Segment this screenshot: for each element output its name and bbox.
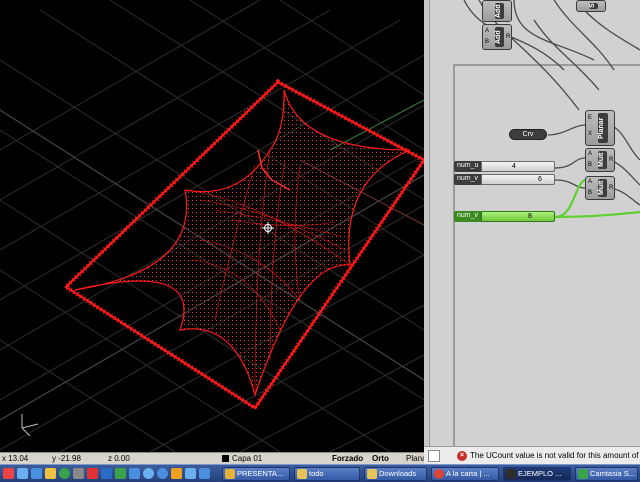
chrome-icon[interactable] bbox=[59, 468, 70, 479]
message-checkbox[interactable] bbox=[428, 450, 440, 462]
app-icon[interactable] bbox=[73, 468, 84, 479]
s-node-top[interactable]: S bbox=[576, 0, 606, 12]
port-r: R bbox=[609, 157, 614, 163]
desktop-icon[interactable] bbox=[17, 468, 28, 479]
node-label: S bbox=[589, 3, 598, 9]
multiply-node-1[interactable]: A B Mult R bbox=[585, 148, 615, 172]
word-icon[interactable] bbox=[101, 468, 112, 479]
grasshopper-canvas[interactable]: Add A B Add R S Crv E X Planar A B Mult … bbox=[424, 0, 640, 446]
snap-toggle[interactable]: Forzado bbox=[332, 454, 363, 463]
slider-num-u[interactable]: num_u 4 bbox=[454, 161, 555, 172]
node-label: Add bbox=[495, 3, 504, 19]
task-label: EJEMPLO ... bbox=[518, 469, 562, 478]
windows-taskbar: PRESENTA... todo Downloads A la carta | … bbox=[0, 464, 640, 482]
coord-x: x 13.04 bbox=[2, 454, 29, 463]
task-label: PRESENTA... bbox=[237, 469, 284, 478]
grasshopper-message-bar: × The UCount value is not valid for this… bbox=[424, 446, 640, 464]
port-a: A bbox=[485, 28, 490, 34]
node-label: Planar bbox=[598, 113, 608, 143]
port-a: A bbox=[588, 151, 593, 157]
port-a: A bbox=[588, 179, 593, 185]
rhino-icon bbox=[506, 469, 516, 479]
task-label: Camtasia S... bbox=[590, 469, 636, 478]
crv-parameter[interactable]: Crv bbox=[509, 129, 547, 140]
ie-icon[interactable] bbox=[129, 468, 140, 479]
player-icon[interactable] bbox=[157, 468, 168, 479]
task-todo[interactable]: todo bbox=[294, 467, 360, 481]
slider-track[interactable]: 6 bbox=[481, 174, 555, 185]
layer-color-icon bbox=[222, 455, 229, 462]
slider-track[interactable]: 8 bbox=[481, 211, 555, 222]
skype-icon[interactable] bbox=[185, 468, 196, 479]
task-downloads[interactable]: Downloads bbox=[364, 467, 427, 481]
slider-label: num_v bbox=[454, 174, 482, 185]
chrome-icon bbox=[434, 469, 444, 479]
node-label: Add bbox=[495, 27, 504, 47]
powerpoint-icon bbox=[225, 469, 235, 479]
play-icon[interactable] bbox=[171, 468, 182, 479]
port-x: X bbox=[588, 131, 593, 137]
task-ejemplo[interactable]: EJEMPLO ... bbox=[503, 467, 571, 481]
error-message: The UCount value is not valid for this a… bbox=[470, 451, 640, 460]
wire-layer bbox=[463, 0, 640, 219]
explorer-icon[interactable] bbox=[31, 468, 42, 479]
coord-z: z 0.00 bbox=[108, 454, 130, 463]
slider-num-v[interactable]: num_v 6 bbox=[454, 174, 555, 185]
node-label: Mult bbox=[598, 179, 607, 197]
slider-label: num_v bbox=[454, 211, 482, 222]
slider-track[interactable]: 4 bbox=[481, 161, 555, 172]
camtasia-icon bbox=[578, 469, 588, 479]
screen: x 13.04 y -21.98 z 0.00 Capa 01 Forzado … bbox=[0, 0, 640, 482]
task-label: todo bbox=[309, 469, 324, 478]
task-label: A la carta | ... bbox=[446, 469, 490, 478]
folder-icon bbox=[367, 469, 377, 479]
layer-indicator[interactable]: Capa 01 bbox=[222, 454, 262, 463]
slider-value: 6 bbox=[538, 176, 542, 183]
slider-label: num_u bbox=[454, 161, 482, 172]
rhino-viewport[interactable] bbox=[0, 0, 424, 452]
add-node-top[interactable]: Add bbox=[482, 0, 512, 22]
task-camtasia[interactable]: Camtasia S... bbox=[575, 467, 638, 481]
coord-y: y -21.98 bbox=[52, 454, 81, 463]
port-r: R bbox=[609, 185, 614, 191]
task-label: Downloads bbox=[379, 469, 417, 478]
error-icon: × bbox=[457, 451, 467, 461]
network-icon[interactable] bbox=[199, 468, 210, 479]
status-bar: x 13.04 y -21.98 z 0.00 Capa 01 Forzado … bbox=[0, 452, 429, 464]
task-presentation[interactable]: PRESENTA... bbox=[222, 467, 290, 481]
add-node-middle[interactable]: A B Add R bbox=[482, 24, 512, 50]
port-b: B bbox=[485, 39, 490, 45]
layer-name: Capa 01 bbox=[232, 454, 263, 463]
port-b: B bbox=[588, 190, 593, 196]
planar-node[interactable]: E X Planar bbox=[585, 110, 615, 146]
task-browser[interactable]: A la carta | ... bbox=[431, 467, 499, 481]
folder-icon bbox=[297, 469, 307, 479]
slider-value: 4 bbox=[512, 163, 516, 170]
slider-num-v-active[interactable]: num_v 8 bbox=[454, 211, 555, 222]
multiply-node-2[interactable]: A B Mult R bbox=[585, 176, 615, 200]
node-label: Mult bbox=[598, 151, 607, 169]
excel-icon[interactable] bbox=[115, 468, 126, 479]
port-r: R bbox=[506, 34, 511, 40]
viewport-canvas[interactable] bbox=[0, 0, 424, 452]
acrobat-icon[interactable] bbox=[87, 468, 98, 479]
start-icon[interactable] bbox=[3, 468, 14, 479]
ortho-toggle[interactable]: Orto bbox=[372, 454, 389, 463]
media-icon[interactable] bbox=[143, 468, 154, 479]
port-b: B bbox=[588, 162, 593, 168]
port-e: E bbox=[588, 115, 593, 121]
slider-value: 8 bbox=[528, 213, 532, 220]
folder-icon[interactable] bbox=[45, 468, 56, 479]
